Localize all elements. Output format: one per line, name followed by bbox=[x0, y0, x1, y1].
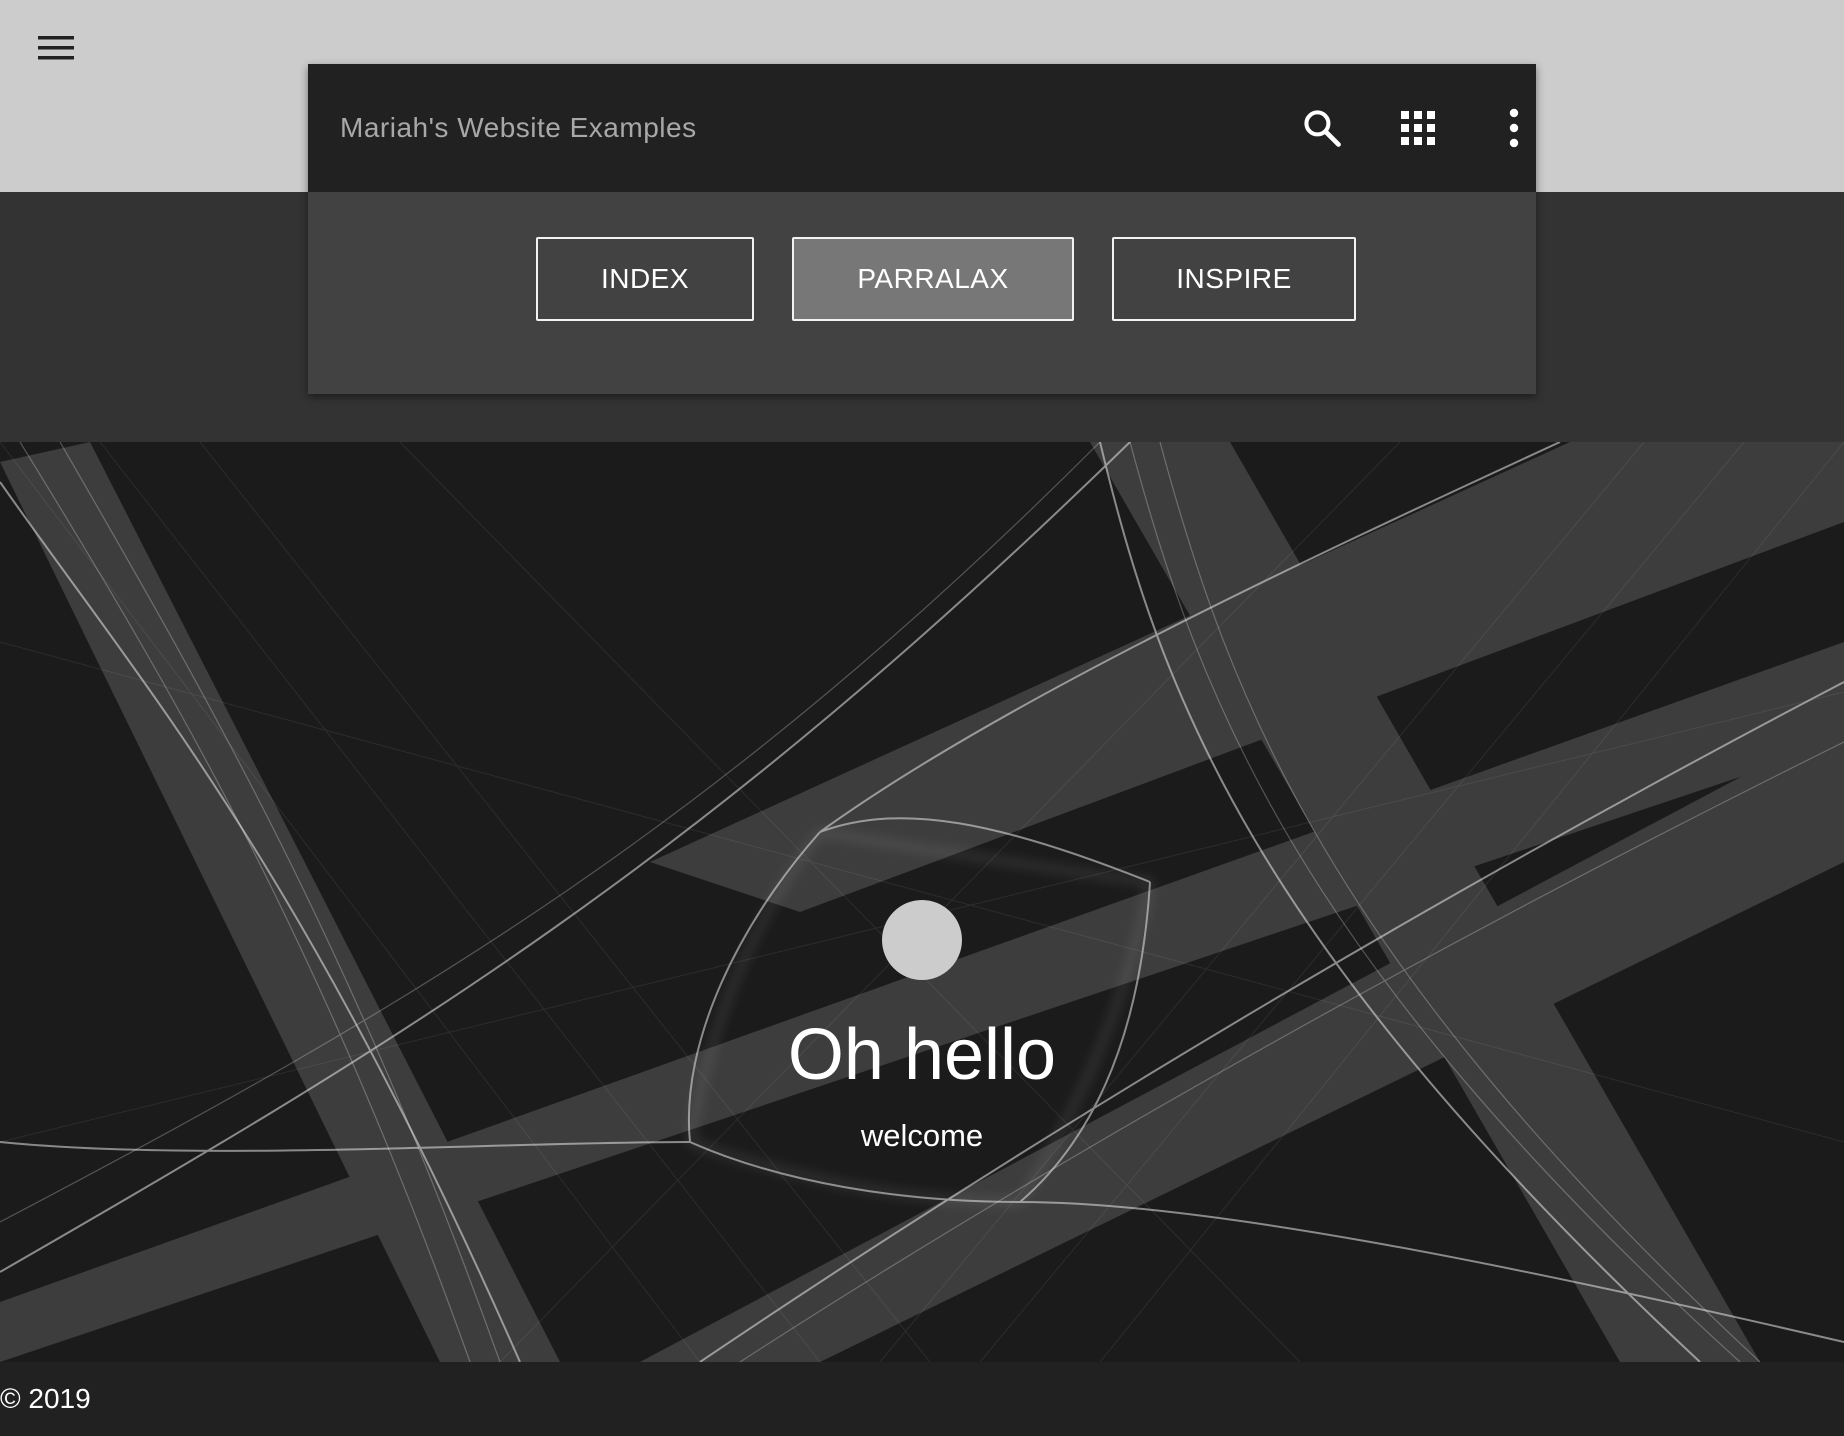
nav-button-index[interactable]: INDEX bbox=[536, 237, 754, 321]
nav-button-inspire[interactable]: INSPIRE bbox=[1112, 237, 1356, 321]
nav-button-parralax[interactable]: PARRALAX bbox=[792, 237, 1074, 321]
card-toolbar: Mariah's Website Examples bbox=[308, 64, 1536, 192]
nav-panel: INDEX PARRALAX INSPIRE bbox=[308, 192, 1536, 394]
hero-title: Oh hello bbox=[787, 1015, 1057, 1095]
hero-subtitle: welcome bbox=[860, 1118, 984, 1153]
app-title: Mariah's Website Examples bbox=[340, 112, 697, 143]
more-options-button[interactable] bbox=[1482, 96, 1546, 160]
hamburger-menu-button[interactable] bbox=[26, 24, 86, 72]
hamburger-menu-icon bbox=[38, 36, 74, 60]
page: Mariah's Website Examples INDEX PARRALAX… bbox=[0, 0, 1844, 1436]
more-vert-icon bbox=[1509, 108, 1519, 148]
header-card: Mariah's Website Examples INDEX PARRALAX… bbox=[308, 64, 1536, 394]
copyright-text: © 2019 bbox=[0, 1383, 91, 1414]
apps-button[interactable] bbox=[1386, 96, 1450, 160]
avatar bbox=[882, 900, 962, 980]
search-icon bbox=[1304, 110, 1341, 147]
footer: © 2019 bbox=[0, 1362, 1844, 1436]
apps-grid-icon bbox=[1401, 111, 1435, 145]
search-button[interactable] bbox=[1290, 96, 1354, 160]
hero-section: Oh hello welcome bbox=[0, 442, 1844, 1362]
